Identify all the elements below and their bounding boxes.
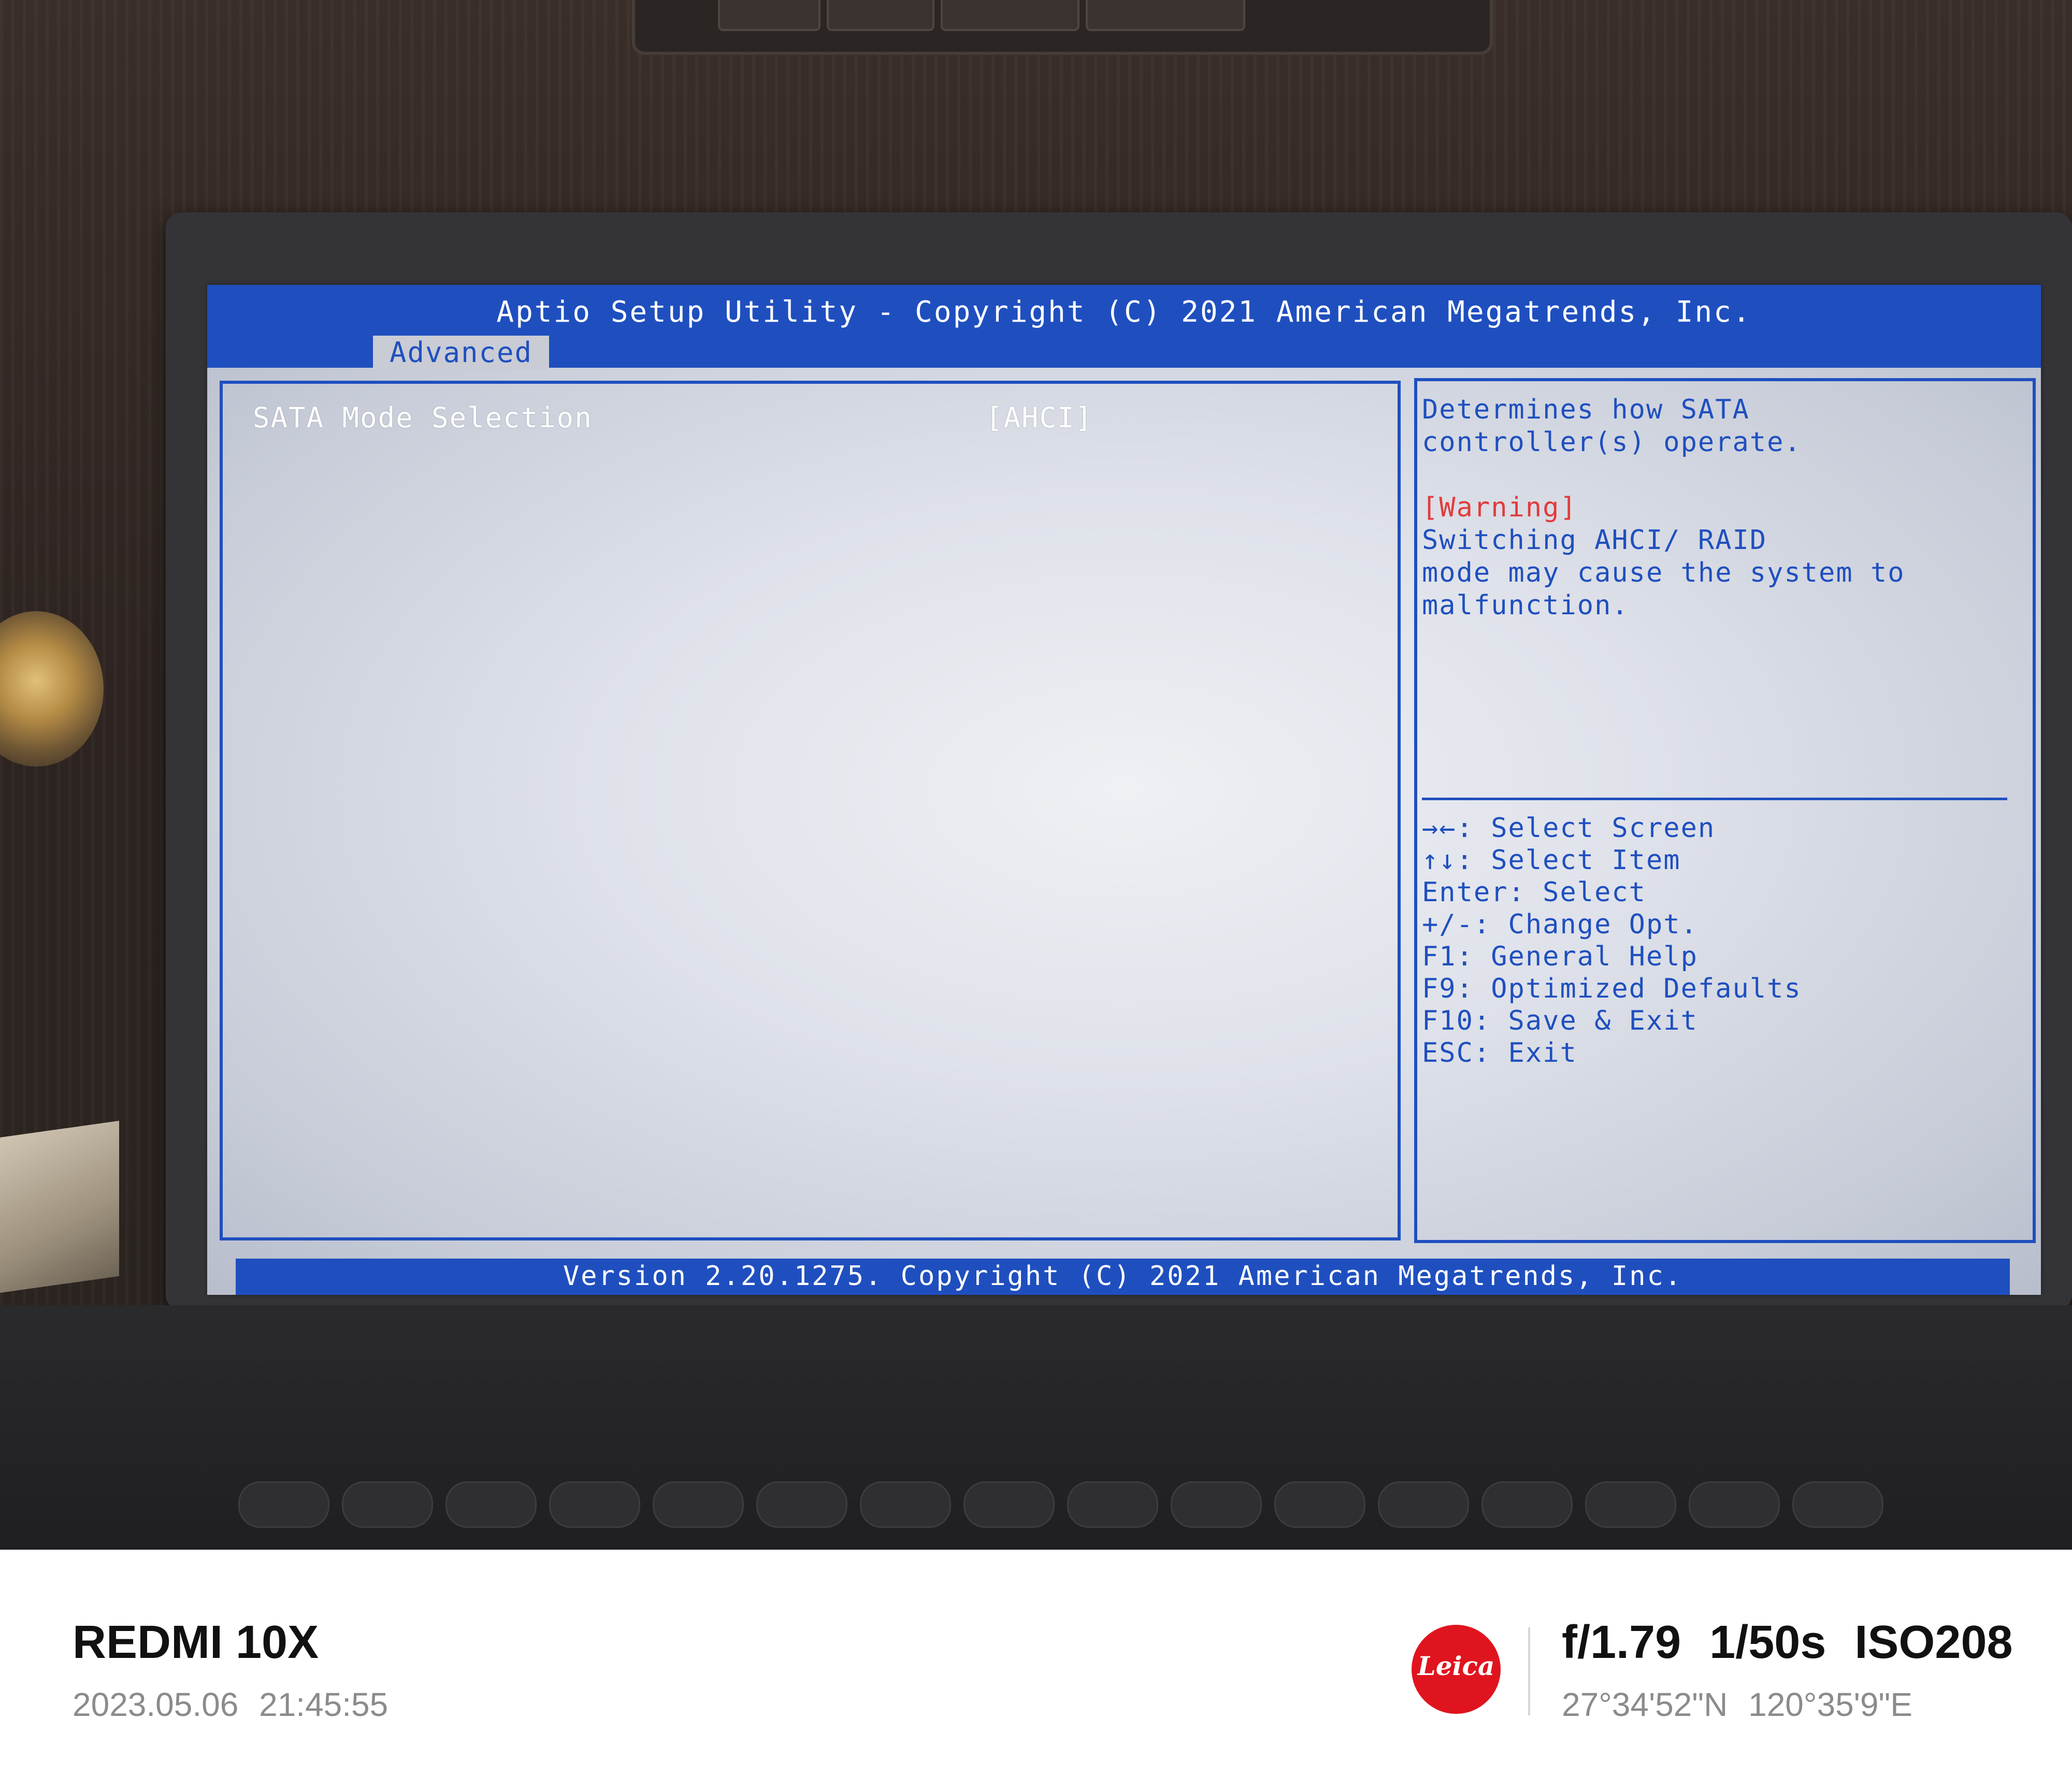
keyboard-key bbox=[1274, 1481, 1365, 1528]
keyboard-key bbox=[1585, 1481, 1676, 1528]
keyboard-key bbox=[1378, 1481, 1469, 1528]
key-hint: F1: General Help bbox=[1422, 941, 1698, 972]
keyboard-key bbox=[860, 1481, 951, 1528]
bios-header-title: Aptio Setup Utility - Copyright (C) 2021… bbox=[496, 295, 1752, 329]
device-key bbox=[1086, 0, 1245, 31]
leica-logo-text: Leica bbox=[1417, 1651, 1495, 1681]
help-spacer bbox=[1422, 459, 2023, 492]
keyboard-key bbox=[1171, 1481, 1262, 1528]
keyboard-key bbox=[342, 1481, 433, 1528]
key-hint: ESC: Exit bbox=[1422, 1037, 1577, 1069]
sata-mode-selection-row[interactable]: SATA Mode Selection [AHCI] bbox=[253, 396, 1092, 438]
warning-label: [Warning] bbox=[1422, 492, 1577, 523]
leica-logo: Leica bbox=[1412, 1625, 1501, 1714]
help-line: controller(s) operate. bbox=[1422, 427, 1802, 458]
photo-datetime: 2023.05.06 21:45:55 bbox=[73, 1686, 388, 1723]
keyboard-key bbox=[1689, 1481, 1780, 1528]
device-key bbox=[718, 0, 821, 31]
settings-panel bbox=[220, 381, 1401, 1240]
gps-coordinates: 27°34'52"N 120°35'9"E bbox=[1562, 1686, 1912, 1723]
bios-header-bar: Aptio Setup Utility - Copyright (C) 2021… bbox=[207, 285, 2041, 370]
keyboard-key bbox=[445, 1481, 537, 1528]
help-divider bbox=[1422, 798, 2007, 800]
keyboard-key bbox=[1067, 1481, 1158, 1528]
key-hint: F9: Optimized Defaults bbox=[1422, 973, 1802, 1004]
bios-footer-text: Version 2.20.1275. Copyright (C) 2021 Am… bbox=[563, 1261, 1683, 1292]
keyboard-key bbox=[1792, 1481, 1883, 1528]
watermark-divider bbox=[1528, 1627, 1530, 1715]
key-hints: →←: Select Screen ↑↓: Select Item Enter:… bbox=[1422, 812, 2023, 1069]
device-key bbox=[941, 0, 1080, 31]
setting-label: SATA Mode Selection bbox=[253, 401, 593, 434]
help-line: Determines how SATA bbox=[1422, 394, 1750, 425]
key-hint: ↑↓: Select Item bbox=[1422, 845, 1681, 876]
setting-value[interactable]: [AHCI] bbox=[986, 401, 1093, 434]
key-hint: F10: Save & Exit bbox=[1422, 1005, 1698, 1036]
help-line: mode may cause the system to bbox=[1422, 557, 1905, 588]
keyboard-key bbox=[549, 1481, 640, 1528]
help-line: Switching AHCI/ RAID bbox=[1422, 525, 1767, 556]
help-text: Determines how SATA controller(s) operat… bbox=[1422, 394, 2023, 622]
device-name: REDMI 10X bbox=[73, 1616, 319, 1668]
book bbox=[0, 1120, 119, 1293]
photo-background: Aptio Setup Utility - Copyright (C) 2021… bbox=[0, 0, 2072, 1550]
top-device bbox=[632, 0, 1493, 55]
keyboard-key bbox=[963, 1481, 1055, 1528]
bios-screen: Aptio Setup Utility - Copyright (C) 2021… bbox=[207, 285, 2041, 1295]
key-hint: →←: Select Screen bbox=[1422, 813, 1716, 844]
bios-footer-bar: Version 2.20.1275. Copyright (C) 2021 Am… bbox=[236, 1259, 2010, 1295]
keyboard-key bbox=[756, 1481, 847, 1528]
tab-advanced[interactable]: Advanced bbox=[373, 336, 549, 370]
help-line: malfunction. bbox=[1422, 590, 1629, 621]
exif-info: f/1.79 1/50s ISO208 bbox=[1562, 1616, 2013, 1668]
keyboard-key bbox=[1481, 1481, 1573, 1528]
device-key bbox=[827, 0, 934, 31]
key-hint: +/-: Change Opt. bbox=[1422, 909, 1698, 940]
camera-watermark-strip: REDMI 10X 2023.05.06 21:45:55 Leica f/1.… bbox=[0, 1550, 2072, 1790]
keyboard-key bbox=[653, 1481, 744, 1528]
key-hint: Enter: Select bbox=[1422, 877, 1646, 908]
keyboard-key bbox=[238, 1481, 329, 1528]
